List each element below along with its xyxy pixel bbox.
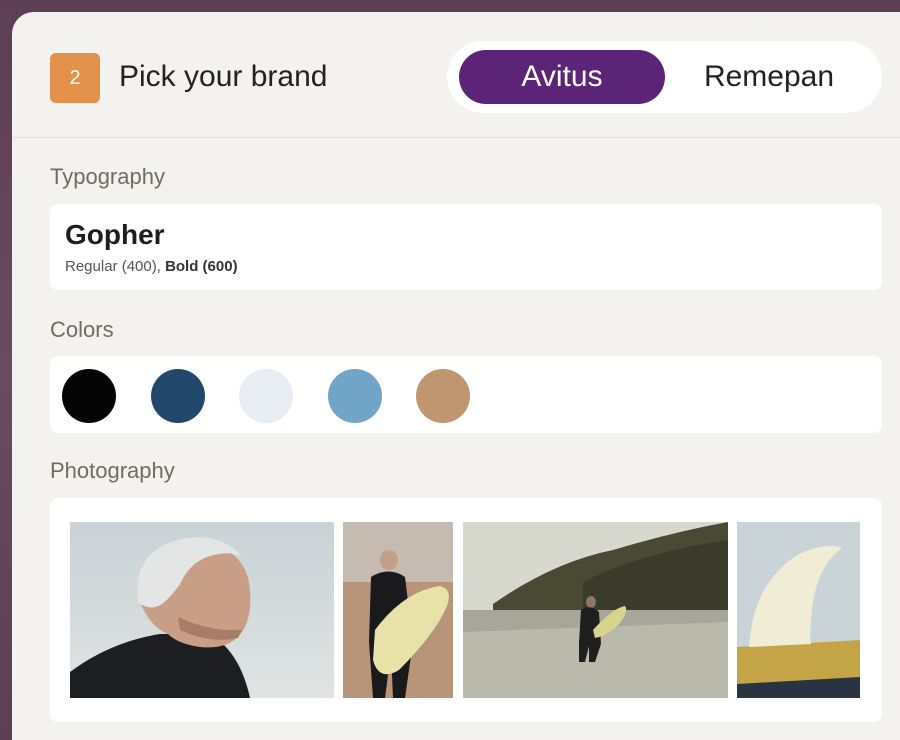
weight-bold: Bold (600) [165,258,238,275]
page-title: Pick your brand [119,60,328,93]
colors-panel [50,356,882,433]
card-header: 2 Pick your brand Avitus Remepan [12,12,900,138]
photography-panel [50,498,882,722]
typography-label: Typography [50,164,165,189]
brand-option-avitus[interactable]: Avitus [459,50,665,104]
color-swatch-tan[interactable] [416,369,470,423]
brand-toggle: Avitus Remepan [447,41,882,113]
color-swatch-light-gray[interactable] [239,369,293,423]
step-badge: 2 [50,53,100,103]
color-swatch-navy[interactable] [151,369,205,423]
surfer-walking-photo[interactable] [343,522,453,698]
photography-label: Photography [50,458,175,483]
typography-panel: Gopher Regular (400), Bold (600) [50,204,882,290]
font-name: Gopher [65,219,165,250]
portrait-photo[interactable] [70,522,334,698]
font-weights: Regular (400), Bold (600) [65,258,238,275]
color-swatch-sky-blue[interactable] [328,369,382,423]
colors-label: Colors [50,317,114,342]
brand-option-remepan[interactable]: Remepan [671,50,867,104]
weight-regular: Regular (400), [65,258,166,275]
beach-landscape-photo[interactable] [463,522,728,698]
brand-picker-card: 2 Pick your brand Avitus Remepan Typogra… [12,12,900,740]
color-swatch-black[interactable] [62,369,116,423]
surfboard-fin-photo[interactable] [737,522,860,698]
